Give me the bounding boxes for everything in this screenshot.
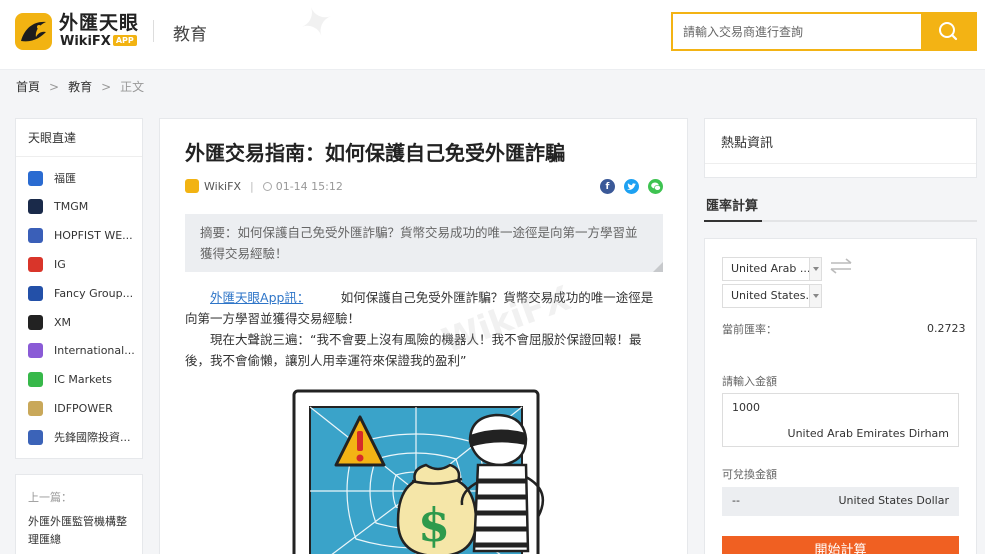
convertible-currency: United States Dollar <box>838 494 949 507</box>
broker-item[interactable]: International... <box>28 342 140 360</box>
article-body: 外匯天眼App訊： 如何保護自己免受外匯詐騙？貨幣交易成功的唯一途徑是向第一方學… <box>185 287 655 371</box>
wikifx-app-link[interactable]: 外匯天眼App訊： <box>210 290 303 305</box>
amount-value: 1000 <box>732 401 760 414</box>
hot-news-title: 熱點資訊 <box>721 136 774 151</box>
breadcrumb-home[interactable]: 首頁 <box>16 78 40 95</box>
broker-panel-title: 天眼直達 <box>28 131 77 145</box>
panel-divider <box>705 163 976 164</box>
meta-separator: | <box>249 179 254 193</box>
article-paragraph: 外匯天眼App訊： 如何保護自己免受外匯詐騙？貨幣交易成功的唯一途徑是向第一方學… <box>185 287 655 329</box>
broker-logo-icon <box>28 400 43 416</box>
amount-label: 請輸入金額 <box>722 375 777 388</box>
swap-currency-icon[interactable] <box>829 256 853 280</box>
chevron-down-icon <box>809 285 821 307</box>
broker-name: 福匯 <box>54 172 76 185</box>
wechat-share-icon[interactable] <box>648 179 663 194</box>
broker-logo-icon <box>28 429 43 445</box>
logo-text-en[interactable]: WikiFX APP <box>60 35 137 49</box>
article-author[interactable]: WikiFX <box>204 180 241 193</box>
broker-logo-icon <box>28 228 43 244</box>
broker-item[interactable]: 福匯 <box>28 169 140 187</box>
broker-name: XM <box>54 315 72 329</box>
current-rate-label: 當前匯率： <box>722 323 777 336</box>
to-currency-select[interactable]: United States... <box>722 284 822 308</box>
broker-logo-icon <box>28 343 43 359</box>
search-box <box>671 12 977 51</box>
breadcrumb-separator: > <box>101 80 112 94</box>
article-time-text: 01-14 15:12 <box>275 179 343 193</box>
article-paragraph-text: 現在大聲說三遍：“我不會要上沒有風險的機器人！我不會屈服於保證回報！最後，我不會… <box>185 332 642 368</box>
broker-item[interactable]: IC Markets <box>28 371 140 389</box>
amount-currency: United Arab Emirates Dirham <box>787 427 949 440</box>
broker-logo-icon <box>28 199 43 215</box>
site-header: 外匯天眼 WikiFX APP 教育 <box>0 0 985 70</box>
summary-fold-corner <box>653 262 663 272</box>
prev-article-link[interactable]: 外匯外匯監管機構整理匯總 <box>28 513 136 549</box>
article-summary: 摘要：如何保護自己免受外匯詐騙？貨幣交易成功的唯一途徑是向第一方學習並獲得交易經… <box>185 214 663 272</box>
convertible-output: -- United States Dollar <box>722 487 959 516</box>
to-currency-value: United States... <box>731 289 816 302</box>
breadcrumb: 首頁 > 教育 > 正文 <box>16 78 144 95</box>
chevron-down-icon <box>809 258 821 280</box>
facebook-share-icon[interactable]: f <box>600 179 615 194</box>
convertible-label: 可兌換金額 <box>722 468 777 481</box>
broker-logo-icon <box>28 285 43 301</box>
header-section-title[interactable]: 教育 <box>173 20 207 45</box>
broker-logo-icon <box>28 314 43 330</box>
breadcrumb-current: 正文 <box>120 80 145 94</box>
panel-divider <box>16 156 142 157</box>
search-icon <box>939 22 958 41</box>
broker-item[interactable]: TMGM <box>28 198 140 216</box>
broker-name: HOPFIST WE... <box>54 229 133 243</box>
broker-name: TMGM <box>54 200 89 214</box>
hot-news-panel: 熱點資訊 <box>704 118 977 178</box>
from-currency-value: United Arab ... <box>731 262 811 275</box>
header-divider <box>153 20 154 42</box>
broker-direct-panel: 天眼直達 福匯 TMGM HOPFIST WE... IG Fancy Group...… <box>15 118 143 459</box>
broker-logo-icon <box>28 170 43 186</box>
current-rate-value: 0.2723 <box>927 322 966 335</box>
wikifx-logo-icon[interactable] <box>15 13 52 50</box>
logo-text-cn[interactable]: 外匯天眼 <box>59 13 139 33</box>
broker-name: 先鋒國際投資... <box>54 431 131 445</box>
broker-name: International... <box>54 344 135 358</box>
broker-logo-icon <box>28 372 43 388</box>
broker-logo-icon <box>28 256 43 272</box>
svg-text:$: $ <box>418 498 450 552</box>
search-input[interactable] <box>673 14 921 49</box>
broker-item[interactable]: XM <box>28 313 140 331</box>
breadcrumb-category[interactable]: 教育 <box>68 78 92 95</box>
clock-icon <box>262 181 272 191</box>
twitter-share-icon[interactable] <box>624 179 639 194</box>
prev-article-panel: 上一篇： 外匯外匯監管機構整理匯總 <box>15 474 143 554</box>
broker-item[interactable]: IDFPOWER <box>28 399 140 417</box>
amount-input[interactable]: 1000 United Arab Emirates Dirham <box>722 393 959 447</box>
broker-name: Fancy Group... <box>54 286 134 300</box>
app-badge: APP <box>112 35 137 46</box>
article-summary-text: 摘要：如何保護自己免受外匯詐騙？貨幣交易成功的唯一途徑是向第一方學習並獲得交易經… <box>200 225 638 261</box>
article-paragraph: 現在大聲說三遍：“我不會要上沒有風險的機器人！我不會屈服於保證回報！最後，我不會… <box>185 329 655 371</box>
breadcrumb-separator: > <box>49 80 60 94</box>
broker-name: IDFPOWER <box>54 401 113 415</box>
broker-item[interactable]: IG <box>28 255 140 273</box>
article-meta: WikiFX | 01-14 15:12 <box>185 179 343 193</box>
broker-item[interactable]: 先鋒國際投資... <box>28 428 140 446</box>
broker-item[interactable]: Fancy Group... <box>28 284 140 302</box>
article-panel: 外匯交易指南：如何保護自己免受外匯詐騙 WikiFX | 01-14 15:12… <box>159 118 688 554</box>
convertible-value: -- <box>732 494 740 507</box>
broker-item[interactable]: HOPFIST WE... <box>28 227 140 245</box>
rate-calculator-title: 匯率計算 <box>706 199 759 214</box>
article-title: 外匯交易指南：如何保護自己免受外匯詐騙 <box>185 141 565 165</box>
logo-text-wikifx: WikiFX <box>60 34 111 49</box>
broker-name: IC Markets <box>54 373 112 387</box>
scam-illustration: $ <box>292 389 545 554</box>
search-button[interactable] <box>921 14 975 49</box>
calculate-button[interactable]: 開始計算 <box>722 536 959 554</box>
article-time: 01-14 15:12 <box>262 179 343 193</box>
prev-article-label: 上一篇： <box>28 491 72 504</box>
author-logo-icon <box>185 179 199 193</box>
rate-title-accent <box>704 220 762 222</box>
from-currency-select[interactable]: United Arab ... <box>722 257 822 281</box>
broker-name: IG <box>54 257 66 271</box>
